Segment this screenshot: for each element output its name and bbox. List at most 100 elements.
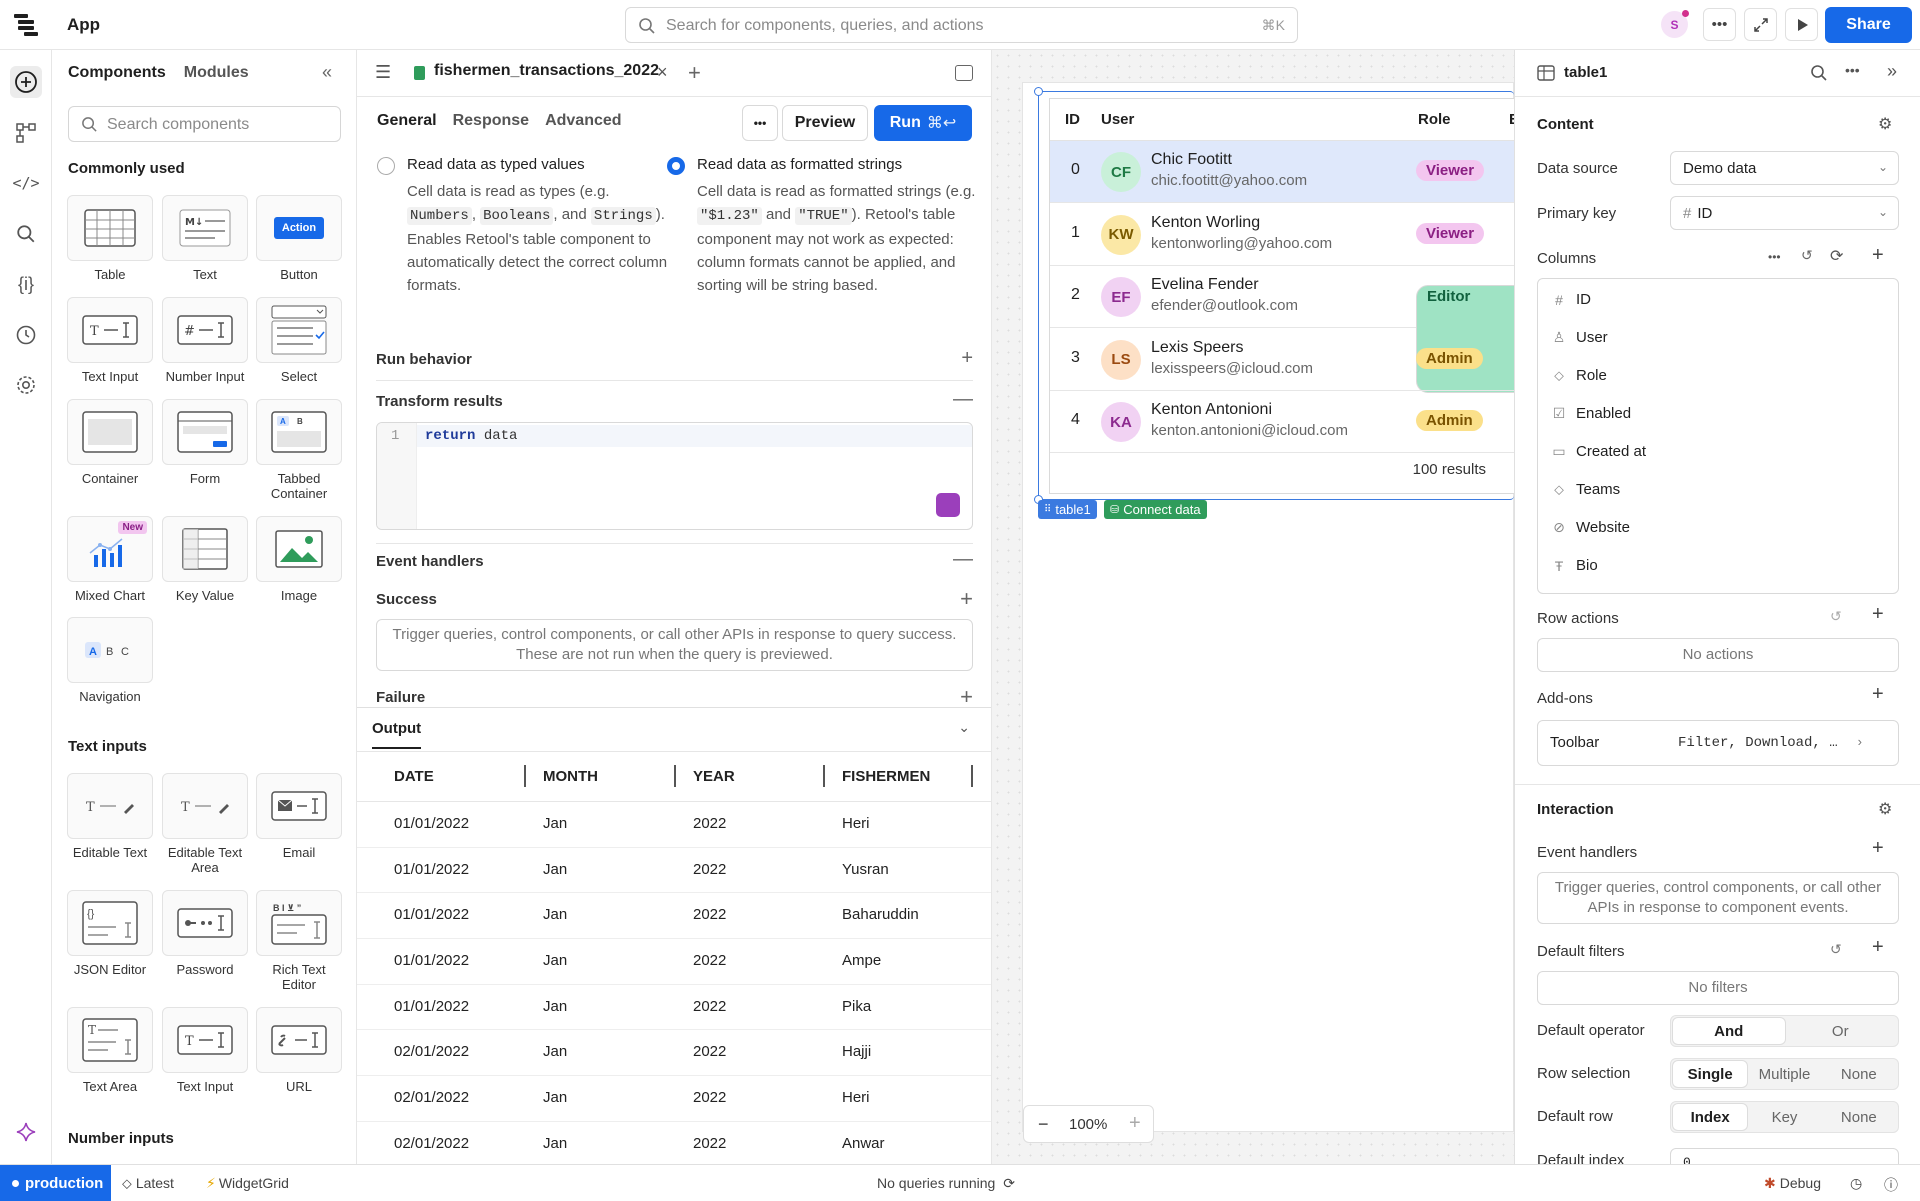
component-table[interactable]: Table: [67, 195, 153, 282]
sliders-icon[interactable]: ⚙: [1878, 799, 1892, 819]
close-panel-icon[interactable]: »: [1887, 61, 1897, 82]
environment-badge[interactable]: production: [0, 1165, 111, 1201]
resize-handle[interactable]: [1034, 87, 1043, 96]
fullscreen-button[interactable]: [1744, 8, 1777, 41]
table-row[interactable]: 01/01/2022 Jan 2022 Yusran: [357, 848, 991, 894]
subtab-advanced[interactable]: Advanced: [545, 112, 621, 130]
output-tab[interactable]: Output: [372, 720, 422, 749]
subtab-response[interactable]: Response: [453, 112, 529, 130]
help-icon[interactable]: ⓘ: [1884, 1175, 1898, 1195]
table-row[interactable]: 02/01/2022 Jan 2022 Hajji: [357, 1030, 991, 1077]
run-behavior-section[interactable]: Run behavior +: [376, 347, 973, 369]
app-title[interactable]: App: [67, 15, 100, 35]
component-text[interactable]: M↓ Text: [162, 195, 248, 282]
column-item-user[interactable]: ♙ User: [1550, 329, 1608, 346]
column-item-teams[interactable]: ⬦ Teams: [1550, 481, 1620, 498]
table-row[interactable]: 02/01/2022 Jan 2022 Heri: [357, 1076, 991, 1122]
add-row-action-icon[interactable]: +: [1872, 603, 1884, 626]
component-editable-text[interactable]: T Editable Text: [67, 773, 153, 860]
row-actions-empty[interactable]: No actions: [1537, 638, 1899, 672]
more-options-button[interactable]: •••: [1703, 8, 1736, 41]
collapse-icon[interactable]: —: [953, 388, 973, 411]
tab-modules[interactable]: Modules: [184, 64, 249, 82]
table-row[interactable]: 01/01/2022 Jan 2022 Pika: [357, 985, 991, 1031]
run-button[interactable]: Run ⌘↩: [874, 105, 972, 141]
rail-settings[interactable]: [10, 369, 42, 401]
add-addon-icon[interactable]: +: [1872, 683, 1884, 706]
rail-state[interactable]: {i}: [10, 268, 42, 300]
component-json-editor[interactable]: {} JSON Editor: [67, 890, 153, 977]
component-name[interactable]: table1: [1564, 64, 1607, 81]
zoom-out-icon[interactable]: −: [1038, 1114, 1049, 1135]
column-item-id[interactable]: # ID: [1550, 291, 1591, 308]
component-number-input[interactable]: # Number Input: [162, 297, 248, 384]
more-icon[interactable]: •••: [1768, 250, 1781, 264]
minimize-panel-icon[interactable]: [955, 65, 973, 81]
column-item-bio[interactable]: Ŧ Bio: [1550, 557, 1598, 574]
collapse-panel-icon[interactable]: «: [322, 62, 332, 83]
sliders-icon[interactable]: ⚙: [1878, 114, 1892, 134]
radio-formatted-strings[interactable]: [667, 157, 685, 175]
component-email[interactable]: Email: [256, 773, 342, 860]
component-key-value[interactable]: Key Value: [162, 516, 248, 603]
default-index-input[interactable]: 0: [1670, 1148, 1899, 1164]
component-text-input[interactable]: T Text Input: [67, 297, 153, 384]
operator-and[interactable]: And: [1673, 1018, 1785, 1044]
refresh-icon[interactable]: ⟳: [1003, 1175, 1015, 1191]
event-handlers-empty[interactable]: Trigger queries, control components, or …: [1537, 872, 1899, 924]
component-image[interactable]: Image: [256, 516, 342, 603]
column-header[interactable]: FISHERMEN: [842, 768, 930, 785]
table-row[interactable]: 01/01/2022 Jan 2022 Heri: [357, 802, 991, 848]
rail-tree[interactable]: [10, 117, 42, 149]
ai-assist-icon[interactable]: [936, 493, 960, 517]
selection-none[interactable]: None: [1822, 1061, 1896, 1087]
rail-add-components[interactable]: [10, 66, 42, 98]
default-row-none[interactable]: None: [1822, 1104, 1896, 1130]
radio-typed-values[interactable]: [377, 157, 395, 175]
selection-single[interactable]: Single: [1673, 1061, 1748, 1087]
share-button[interactable]: Share: [1825, 7, 1912, 43]
component-text-input-2[interactable]: T Text Input: [162, 1007, 248, 1094]
table-row[interactable]: 01/01/2022 Jan 2022 Baharuddin: [357, 893, 991, 940]
retool-logo-icon[interactable]: [14, 14, 38, 36]
debug-button[interactable]: ✱ Debug: [1764, 1175, 1821, 1192]
user-avatar[interactable]: S: [1661, 10, 1689, 38]
toolbar-addon[interactable]: Toolbar Filter, Download, … ›: [1537, 720, 1899, 766]
refresh-icon[interactable]: ⟳: [1830, 246, 1843, 266]
rail-search[interactable]: [10, 218, 42, 250]
component-button[interactable]: Action Button: [256, 195, 342, 282]
table-row[interactable]: 01/01/2022 Jan 2022 Ampe: [357, 939, 991, 985]
component-editable-text-area[interactable]: T Editable Text Area: [162, 773, 248, 875]
component-form[interactable]: Form: [162, 399, 248, 486]
add-query-icon[interactable]: +: [688, 60, 701, 86]
add-success-handler-icon[interactable]: +: [960, 586, 973, 612]
operator-or[interactable]: Or: [1785, 1018, 1897, 1044]
query-list-icon[interactable]: ☰: [375, 62, 391, 83]
event-handlers-section[interactable]: Event handlers —: [376, 548, 973, 570]
column-header[interactable]: DATE: [394, 768, 434, 785]
default-row-index[interactable]: Index: [1673, 1104, 1748, 1130]
close-tab-icon[interactable]: ×: [657, 62, 668, 83]
default-filters-empty[interactable]: No filters: [1537, 971, 1899, 1005]
primary-key-select[interactable]: # ID ⌄: [1670, 196, 1899, 230]
collapse-icon[interactable]: —: [953, 548, 973, 571]
column-item-enabled[interactable]: ☑ Enabled: [1550, 405, 1631, 422]
reset-icon[interactable]: ↺: [1801, 247, 1813, 264]
table-row[interactable]: 02/01/2022 Jan 2022 Anwar: [357, 1122, 991, 1164]
data-source-select[interactable]: Demo data ⌄: [1670, 151, 1899, 185]
transform-code-editor[interactable]: 1 return data: [376, 422, 973, 530]
column-header[interactable]: YEAR: [693, 768, 735, 785]
query-tab[interactable]: fishermen_transactions_2022: [434, 62, 659, 80]
component-container[interactable]: Container: [67, 399, 153, 486]
history-icon[interactable]: ◷: [1850, 1175, 1862, 1192]
transform-results-section[interactable]: Transform results —: [376, 388, 973, 410]
component-name-chip[interactable]: ⠿ table1: [1038, 500, 1097, 519]
component-mixed-chart[interactable]: New Mixed Chart: [67, 516, 153, 603]
component-navigation[interactable]: ABC Navigation: [67, 617, 153, 704]
zoom-in-icon[interactable]: +: [1129, 1112, 1141, 1135]
component-url[interactable]: URL: [256, 1007, 342, 1094]
column-item-created-at[interactable]: ▭ Created at: [1550, 443, 1646, 460]
component-select[interactable]: Select: [256, 297, 342, 384]
chevron-down-icon[interactable]: ⌄: [958, 719, 970, 736]
search-icon[interactable]: [1810, 64, 1828, 82]
